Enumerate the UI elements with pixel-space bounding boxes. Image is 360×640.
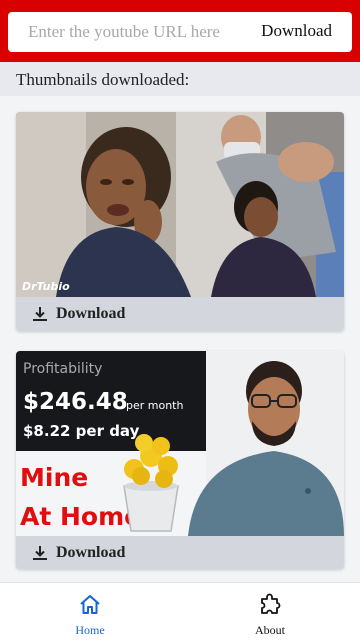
nav-item-about[interactable]: About bbox=[180, 583, 360, 640]
thumbnail-download-label: Download bbox=[56, 305, 126, 322]
thumbnail-watermark: DrTubio bbox=[22, 280, 70, 293]
puzzle-icon bbox=[261, 593, 281, 614]
nav-item-home[interactable]: Home bbox=[0, 583, 180, 640]
thumbnail-card: DrTubio Download bbox=[16, 112, 344, 331]
download-icon bbox=[33, 546, 47, 560]
home-icon bbox=[80, 595, 100, 614]
url-download-button[interactable]: Download bbox=[261, 21, 332, 41]
thumbnail-download-button[interactable]: Download bbox=[16, 297, 344, 331]
url-bar: Download bbox=[8, 12, 352, 52]
section-title: Thumbnails downloaded: bbox=[16, 70, 190, 89]
thumbnail-headline-1: Mine bbox=[20, 463, 88, 492]
thumbnail-caption: Profitability bbox=[23, 361, 102, 377]
thumbnail-download-button[interactable]: Download bbox=[16, 536, 344, 569]
thumbnail-amount-unit: per month bbox=[126, 399, 183, 412]
url-input[interactable] bbox=[28, 17, 248, 47]
bottom-nav: Home About bbox=[0, 582, 360, 640]
nav-label-home: Home bbox=[75, 623, 105, 637]
thumbnail-list: DrTubio Download Profitability $246.48 p… bbox=[0, 96, 360, 582]
thumbnail-image: Profitability $246.48 per month $8.22 pe… bbox=[16, 351, 344, 536]
thumbnail-image: DrTubio bbox=[16, 112, 344, 297]
thumbnail-download-label: Download bbox=[56, 544, 126, 561]
download-icon bbox=[33, 307, 47, 321]
thumbnail-daily: $8.22 per day bbox=[23, 422, 140, 440]
thumbnail-card: Profitability $246.48 per month $8.22 pe… bbox=[16, 351, 344, 569]
top-bar: Download bbox=[0, 0, 360, 62]
thumbnail-amount: $246.48 bbox=[23, 389, 128, 415]
nav-label-about: About bbox=[255, 623, 285, 637]
